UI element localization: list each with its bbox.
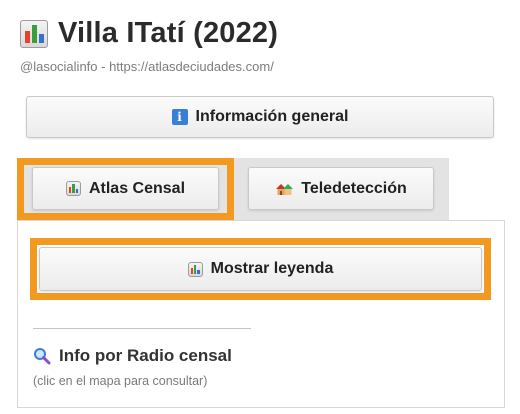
info-icon: i [171, 109, 188, 125]
page-subtitle: @lasocialinfo - https://atlasdeciudades.… [20, 59, 274, 74]
page-title: Villa ITatí (2022) [58, 17, 279, 49]
app-page: Villa ITatí (2022) @lasocialinfo - https… [0, 0, 520, 414]
bar-chart-icon [65, 181, 81, 196]
tab-label: Atlas Censal [88, 179, 186, 197]
divider [33, 328, 251, 329]
page-header: Villa ITatí (2022) [20, 17, 278, 50]
tab-teledeteccion[interactable]: Teledetección [248, 167, 434, 210]
show-legend-label: Mostrar leyenda [210, 260, 334, 277]
bar-chart-icon [20, 19, 48, 48]
show-legend-button[interactable]: Mostrar leyenda [39, 247, 482, 291]
tab-atlas-censal[interactable]: Atlas Censal [32, 167, 219, 210]
house-icon [276, 183, 294, 195]
magnifier-icon [34, 348, 51, 365]
tab-label: Teledetección [301, 179, 407, 197]
radio-info-hint: (clic en el mapa para consultar) [33, 374, 208, 388]
general-info-label: Información general [195, 108, 349, 125]
radio-info-heading: Info por Radio censal [33, 346, 232, 366]
radio-info-title: Info por Radio censal [59, 346, 232, 365]
bar-chart-icon [187, 261, 203, 277]
general-info-button[interactable]: i Información general [26, 96, 494, 138]
